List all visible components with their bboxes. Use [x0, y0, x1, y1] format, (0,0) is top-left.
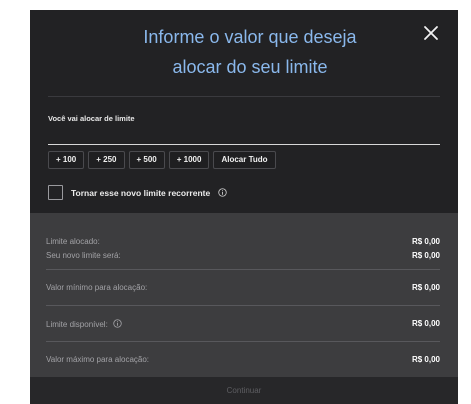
close-icon	[424, 26, 438, 40]
add-1000-button[interactable]: + 1000	[168, 151, 210, 169]
header-divider	[48, 96, 440, 97]
summary-divider	[46, 341, 440, 342]
recurrent-limit-label: Tornar esse novo limite recorrente	[71, 187, 211, 198]
summary-divider	[46, 269, 440, 270]
min-allocation-label: Valor mínimo para alocação:	[46, 283, 148, 292]
dialog-title-line-2: alocar do seu limite	[172, 57, 328, 77]
recurrent-limit-checkbox[interactable]	[48, 185, 63, 200]
allocated-limit-label: Limite alocado:	[46, 237, 100, 246]
close-button[interactable]	[422, 24, 440, 42]
dialog-title-line-1: Informe o valor que deseja	[143, 27, 357, 47]
max-allocation-label: Valor máximo para alocação:	[46, 355, 150, 364]
quick-amount-buttons: + 100 + 250 + 500 + 1000 Alocar Tudo	[48, 151, 276, 169]
allocate-all-button[interactable]: Alocar Tudo	[213, 151, 276, 169]
allocation-summary: Limite alocado: R$ 0,00 Seu novo limite …	[30, 213, 458, 377]
allocate-limit-dialog: Informe o valor que deseja alocar do seu…	[30, 10, 458, 404]
allocated-limit-value: R$ 0,00	[411, 237, 440, 246]
new-limit-label: Seu novo limite será:	[46, 251, 121, 260]
available-limit-text: Limite disponível:	[46, 320, 108, 329]
dialog-title: Informe o valor que deseja alocar do seu…	[50, 24, 450, 80]
new-limit-value: R$ 0,00	[411, 251, 440, 260]
max-allocation-value: R$ 0,00	[411, 355, 440, 364]
info-icon[interactable]	[113, 319, 122, 328]
recurrent-limit-option: Tornar esse novo limite recorrente	[48, 185, 227, 200]
info-icon[interactable]	[218, 188, 227, 197]
add-100-button[interactable]: + 100	[48, 151, 85, 169]
available-limit-label: Limite disponível:	[46, 319, 122, 329]
add-500-button[interactable]: + 500	[128, 151, 165, 169]
min-allocation-value: R$ 0,00	[411, 283, 440, 292]
available-limit-value: R$ 0,00	[411, 319, 440, 328]
summary-divider	[46, 305, 440, 306]
continue-button[interactable]: Continuar	[30, 377, 458, 404]
dialog-footer: Continuar	[30, 377, 458, 404]
amount-input[interactable]	[48, 122, 440, 145]
add-250-button[interactable]: + 250	[88, 151, 125, 169]
